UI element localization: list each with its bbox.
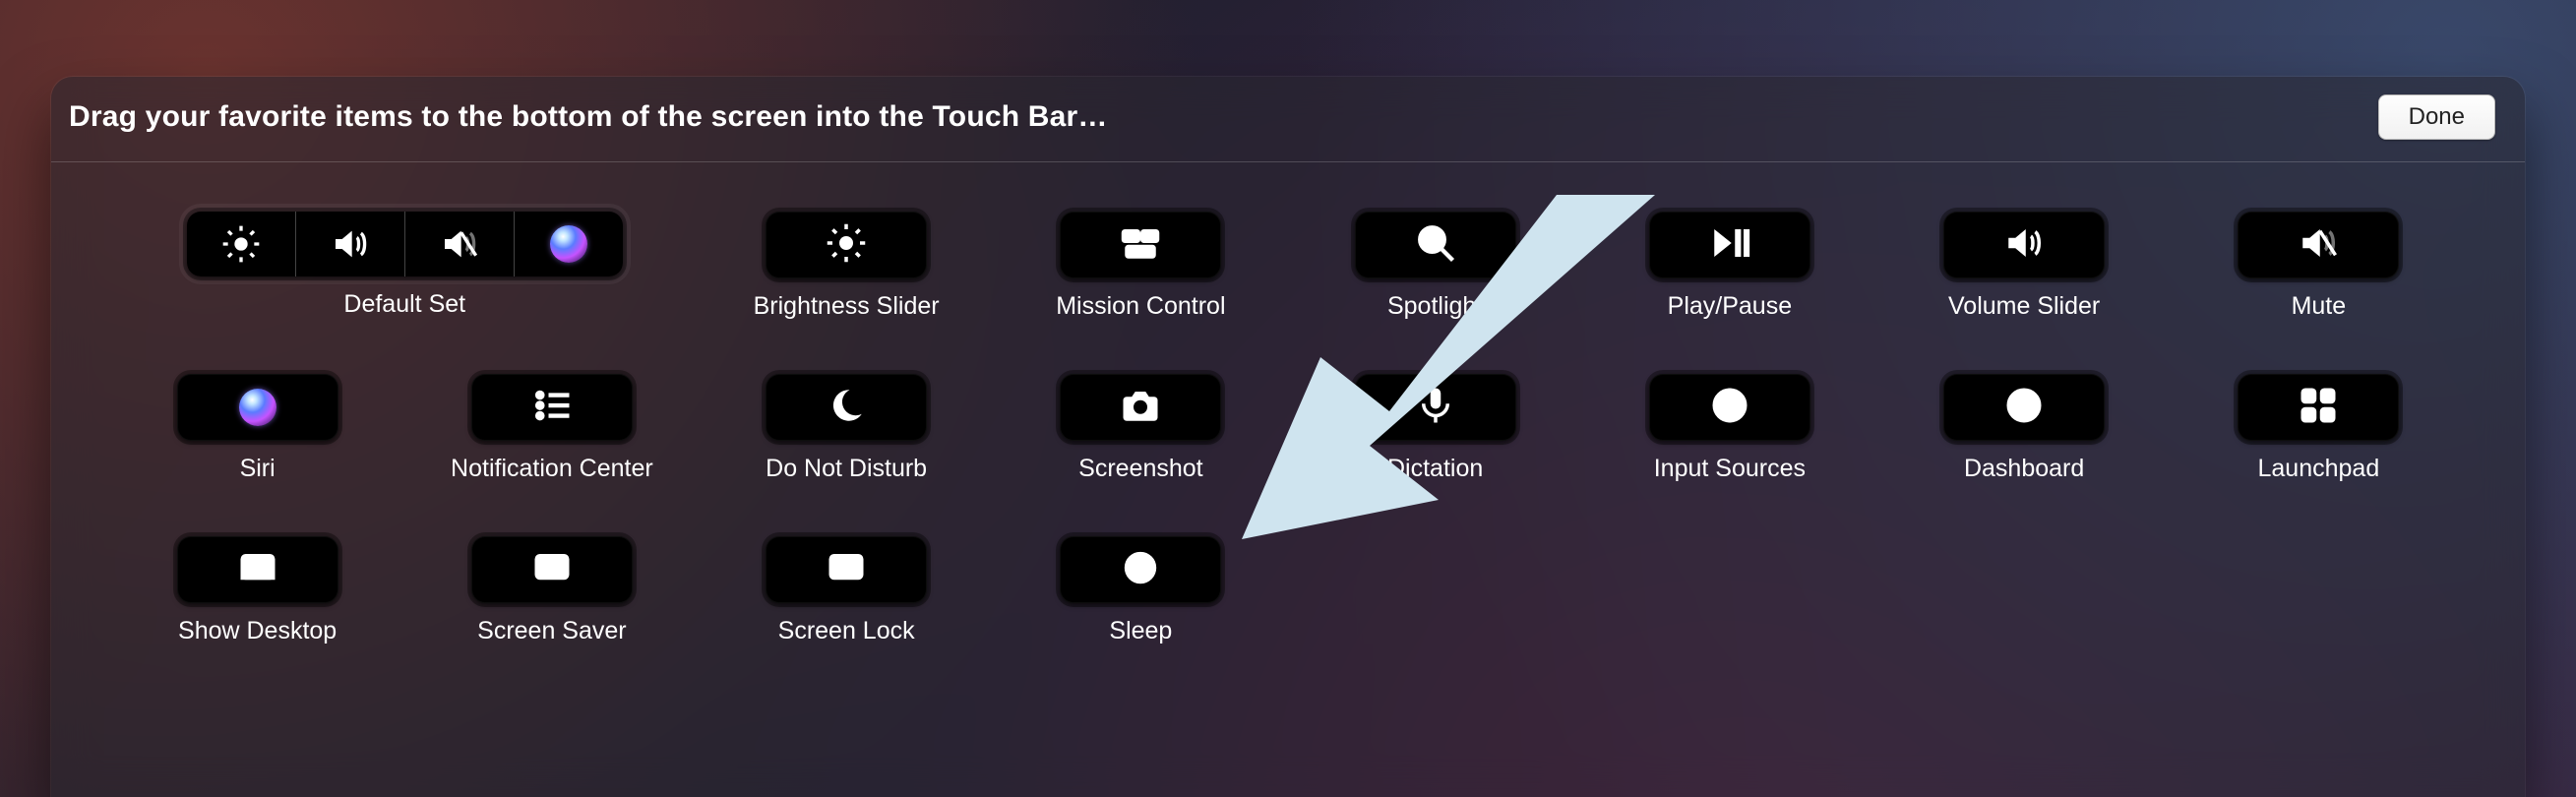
camera-icon <box>1120 385 1161 431</box>
screenshot-tile[interactable] <box>1060 374 1221 441</box>
show-desktop-tile[interactable] <box>177 536 338 603</box>
dashboard-label: Dashboard <box>1964 455 2084 483</box>
screen-saver-label: Screen Saver <box>477 617 626 645</box>
sleep-icon <box>1120 547 1161 593</box>
show-desktop-label: Show Desktop <box>178 617 337 645</box>
screen-saver-icon <box>531 547 573 593</box>
sleep-tile[interactable] <box>1060 536 1221 603</box>
notification-center-label: Notification Center <box>451 455 653 483</box>
panel-header: Drag your favorite items to the bottom o… <box>51 77 2525 162</box>
screen-lock-label: Screen Lock <box>778 617 915 645</box>
done-button[interactable]: Done <box>2378 94 2495 140</box>
customize-touch-bar-panel: Drag your favorite items to the bottom o… <box>51 77 2525 797</box>
header-title: Drag your favorite items to the bottom o… <box>69 100 1108 134</box>
play-pause-icon <box>1709 222 1750 269</box>
screenshot-cell: Screenshot <box>994 374 1288 483</box>
mission-control-label: Mission Control <box>1056 292 1225 321</box>
launchpad-label: Launchpad <box>2258 455 2380 483</box>
mute-icon <box>2298 222 2339 269</box>
spotlight-cell: Spotlight <box>1288 212 1582 321</box>
mute-tile[interactable] <box>2238 212 2399 278</box>
spotlight-label: Spotlight <box>1387 292 1483 321</box>
notification-center-cell: Notification Center <box>404 374 699 483</box>
dashboard-cell: Dashboard <box>1877 374 2172 483</box>
launchpad-cell: Launchpad <box>2172 374 2466 483</box>
input-sources-label: Input Sources <box>1654 455 1806 483</box>
do-not-disturb-cell: Do Not Disturb <box>700 374 994 483</box>
brightness-slider-tile[interactable] <box>766 212 927 278</box>
volume-slider-cell: Volume Slider <box>1877 212 2172 321</box>
screenshot-label: Screenshot <box>1078 455 1202 483</box>
mission-control-icon <box>1120 222 1161 269</box>
screen-lock-tile[interactable] <box>766 536 927 603</box>
sleep-cell: Sleep <box>994 536 1288 645</box>
spotlight-tile[interactable] <box>1355 212 1516 278</box>
moon-icon <box>826 385 867 431</box>
siri-cell: Siri <box>110 374 404 483</box>
sleep-label: Sleep <box>1109 617 1172 645</box>
default-set-tile[interactable] <box>187 212 623 276</box>
play-pause-cell: Play/Pause <box>1582 212 1876 321</box>
mission-control-cell: Mission Control <box>994 212 1288 321</box>
brightness-slider-cell: Brightness Slider <box>700 212 994 321</box>
brightness-icon <box>187 212 296 276</box>
play-pause-label: Play/Pause <box>1668 292 1792 321</box>
dashboard-tile[interactable] <box>1943 374 2105 441</box>
volume-slider-tile[interactable] <box>1943 212 2105 278</box>
mission-control-tile[interactable] <box>1060 212 1221 278</box>
do-not-disturb-tile[interactable] <box>766 374 927 441</box>
default-set-cell: Default Set <box>110 212 700 321</box>
screen-saver-cell: Screen Saver <box>404 536 699 645</box>
brightness-slider-label: Brightness Slider <box>754 292 940 321</box>
siri-icon <box>239 389 276 426</box>
globe-icon <box>1709 385 1750 431</box>
volume-icon <box>2003 222 2045 269</box>
items-grid: Default Set Brightness Slider Mission Co… <box>51 162 2525 645</box>
gauge-icon <box>2003 385 2045 431</box>
siri-tile[interactable] <box>177 374 338 441</box>
mute-icon <box>405 212 515 276</box>
desktop-icon <box>237 547 278 593</box>
brightness-icon <box>826 222 867 269</box>
show-desktop-cell: Show Desktop <box>110 536 404 645</box>
screen-lock-cell: Screen Lock <box>700 536 994 645</box>
siri-label: Siri <box>240 455 276 483</box>
mute-label: Mute <box>2292 292 2347 321</box>
play-pause-tile[interactable] <box>1649 212 1810 278</box>
default-set-label: Default Set <box>343 290 465 319</box>
screen-saver-tile[interactable] <box>471 536 633 603</box>
notification-center-icon <box>531 385 573 431</box>
input-sources-cell: Input Sources <box>1582 374 1876 483</box>
notification-center-tile[interactable] <box>471 374 633 441</box>
input-sources-tile[interactable] <box>1649 374 1810 441</box>
grid-icon <box>2298 385 2339 431</box>
dictation-label: Dictation <box>1387 455 1483 483</box>
dictation-cell: Dictation <box>1288 374 1582 483</box>
volume-slider-label: Volume Slider <box>1948 292 2100 321</box>
volume-icon <box>296 212 405 276</box>
launchpad-tile[interactable] <box>2238 374 2399 441</box>
dictation-tile[interactable] <box>1355 374 1516 441</box>
screen-lock-icon <box>826 547 867 593</box>
search-icon <box>1415 222 1456 269</box>
siri-icon <box>515 212 623 276</box>
mute-cell: Mute <box>2172 212 2466 321</box>
do-not-disturb-label: Do Not Disturb <box>766 455 927 483</box>
microphone-icon <box>1415 385 1456 431</box>
